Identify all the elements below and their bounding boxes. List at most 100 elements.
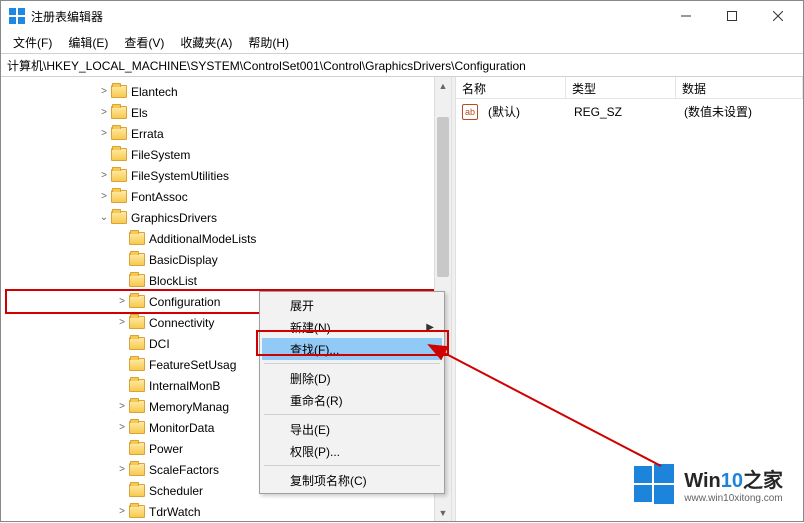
tree-node-fontassoc[interactable]: >FontAssoc bbox=[5, 186, 451, 207]
tree-node-tdrwatch[interactable]: >TdrWatch bbox=[5, 501, 451, 521]
context-menu-item[interactable]: 导出(E) bbox=[262, 418, 442, 440]
values-panel: 名称 类型 数据 ab (默认) REG_SZ (数值未设置) bbox=[456, 77, 803, 521]
tree-node-blocklist[interactable]: BlockList bbox=[5, 270, 451, 291]
chevron-down-icon[interactable]: ⌄ bbox=[97, 211, 111, 225]
tree-node-label: MemoryManag bbox=[149, 400, 229, 414]
maximize-button[interactable] bbox=[709, 1, 755, 31]
menu-view[interactable]: 查看(V) bbox=[116, 32, 172, 53]
menu-help[interactable]: 帮助(H) bbox=[240, 32, 297, 53]
tree-node-graphicsdrivers[interactable]: ⌄ GraphicsDrivers bbox=[5, 207, 451, 228]
chevron-right-icon[interactable]: > bbox=[97, 106, 111, 120]
chevron-right-icon[interactable]: > bbox=[115, 421, 129, 435]
tree-node-label: FileSystemUtilities bbox=[131, 169, 229, 183]
tree-node-els[interactable]: >Els bbox=[5, 102, 451, 123]
window-controls bbox=[663, 1, 801, 31]
address-bar[interactable]: 计算机\HKEY_LOCAL_MACHINE\SYSTEM\ControlSet… bbox=[1, 53, 803, 77]
value-data: (数值未设置) bbox=[678, 101, 758, 122]
folder-icon bbox=[129, 442, 145, 455]
scroll-thumb[interactable] bbox=[437, 117, 449, 277]
tree-node-errata[interactable]: >Errata bbox=[5, 123, 451, 144]
scroll-down-button[interactable]: ▼ bbox=[435, 504, 451, 521]
tree-node-label: BasicDisplay bbox=[149, 253, 218, 267]
tree-node-label: MonitorData bbox=[149, 421, 214, 435]
value-type: REG_SZ bbox=[568, 103, 678, 121]
context-menu[interactable]: 展开新建(N) ▶ 查找(F)... 删除(D) 重命名(R) 导出(E) 权限(P)...… bbox=[259, 291, 445, 494]
col-header-type[interactable]: 类型 bbox=[566, 77, 676, 98]
folder-icon bbox=[111, 211, 127, 224]
window-title: 注册表编辑器 bbox=[31, 8, 663, 25]
folder-icon bbox=[129, 358, 145, 371]
string-value-icon: ab bbox=[462, 104, 478, 120]
tree-node-label: ScaleFactors bbox=[149, 463, 219, 477]
close-icon bbox=[773, 11, 783, 21]
minimize-icon bbox=[681, 11, 691, 21]
folder-icon bbox=[129, 253, 145, 266]
chevron-none bbox=[115, 253, 129, 267]
tree-node-label: Elantech bbox=[131, 85, 178, 99]
folder-icon bbox=[129, 484, 145, 497]
tree-node-label: GraphicsDrivers bbox=[131, 211, 217, 225]
chevron-right-icon[interactable]: > bbox=[97, 127, 111, 141]
context-menu-item-label: 复制项名称(C) bbox=[290, 472, 367, 489]
chevron-right-icon[interactable]: > bbox=[115, 463, 129, 477]
folder-icon bbox=[129, 316, 145, 329]
address-text: 计算机\HKEY_LOCAL_MACHINE\SYSTEM\ControlSet… bbox=[7, 57, 526, 74]
windows-logo-icon bbox=[632, 462, 676, 506]
context-menu-item[interactable]: 删除(D) bbox=[262, 367, 442, 389]
chevron-right-icon[interactable]: > bbox=[115, 295, 129, 309]
context-menu-item[interactable]: 复制项名称(C) bbox=[262, 469, 442, 491]
close-button[interactable] bbox=[755, 1, 801, 31]
folder-icon bbox=[111, 85, 127, 98]
context-menu-item[interactable]: 查找(F)... bbox=[262, 338, 442, 360]
scroll-up-button[interactable]: ▲ bbox=[435, 77, 451, 94]
tree-node-basicdisplay[interactable]: BasicDisplay bbox=[5, 249, 451, 270]
context-menu-item-label: 重命名(R) bbox=[290, 392, 343, 409]
tree-node-elantech[interactable]: > Elantech bbox=[5, 81, 451, 102]
context-menu-item-label: 导出(E) bbox=[290, 421, 330, 438]
chevron-right-icon[interactable]: > bbox=[115, 400, 129, 414]
tree-node-filesystemutilities[interactable]: > FileSystemUtilities bbox=[5, 165, 451, 186]
col-header-data[interactable]: 数据 bbox=[676, 77, 803, 98]
tree-node-additionalmodelists[interactable]: AdditionalModeLists bbox=[5, 228, 451, 249]
menu-favorites[interactable]: 收藏夹(A) bbox=[172, 32, 240, 53]
context-menu-item-label: 删除(D) bbox=[290, 370, 331, 387]
menu-edit[interactable]: 编辑(E) bbox=[60, 32, 116, 53]
context-menu-item[interactable]: 展开 bbox=[262, 294, 442, 316]
context-menu-item-label: 新建(N) bbox=[290, 319, 331, 336]
chevron-right-icon[interactable]: > bbox=[115, 316, 129, 330]
tree-node-filesystem[interactable]: FileSystem bbox=[5, 144, 451, 165]
value-row[interactable]: ab (默认) REG_SZ (数值未设置) bbox=[456, 99, 803, 124]
submenu-arrow-icon: ▶ bbox=[426, 322, 434, 333]
chevron-right-icon[interactable]: > bbox=[97, 85, 111, 99]
tree-node-label: FileSystem bbox=[131, 148, 190, 162]
context-menu-separator bbox=[264, 465, 440, 466]
chevron-none bbox=[115, 337, 129, 351]
col-header-name[interactable]: 名称 bbox=[456, 77, 566, 98]
chevron-right-icon[interactable]: > bbox=[115, 505, 129, 519]
folder-icon bbox=[111, 190, 127, 203]
chevron-none bbox=[115, 232, 129, 246]
folder-icon bbox=[111, 169, 127, 182]
minimize-button[interactable] bbox=[663, 1, 709, 31]
folder-icon bbox=[129, 337, 145, 350]
folder-icon bbox=[129, 505, 145, 518]
folder-icon bbox=[129, 379, 145, 392]
chevron-right-icon[interactable]: > bbox=[97, 190, 111, 204]
title-bar: 注册表编辑器 bbox=[1, 1, 803, 31]
folder-icon bbox=[129, 232, 145, 245]
folder-icon bbox=[129, 295, 145, 308]
tree-node-label: AdditionalModeLists bbox=[149, 232, 256, 246]
chevron-none bbox=[115, 442, 129, 456]
watermark-brand-suffix: 之家 bbox=[743, 470, 783, 492]
chevron-right-icon[interactable]: > bbox=[97, 169, 111, 183]
values-header: 名称 类型 数据 bbox=[456, 77, 803, 99]
folder-icon bbox=[129, 421, 145, 434]
tree-node-label: BlockList bbox=[149, 274, 197, 288]
context-menu-item[interactable]: 新建(N) ▶ bbox=[262, 316, 442, 338]
chevron-none bbox=[115, 358, 129, 372]
menu-file[interactable]: 文件(F) bbox=[5, 32, 60, 53]
context-menu-item[interactable]: 重命名(R) bbox=[262, 389, 442, 411]
context-menu-item[interactable]: 权限(P)... bbox=[262, 440, 442, 462]
watermark-brand-prefix: Win bbox=[684, 470, 720, 492]
folder-icon bbox=[129, 274, 145, 287]
